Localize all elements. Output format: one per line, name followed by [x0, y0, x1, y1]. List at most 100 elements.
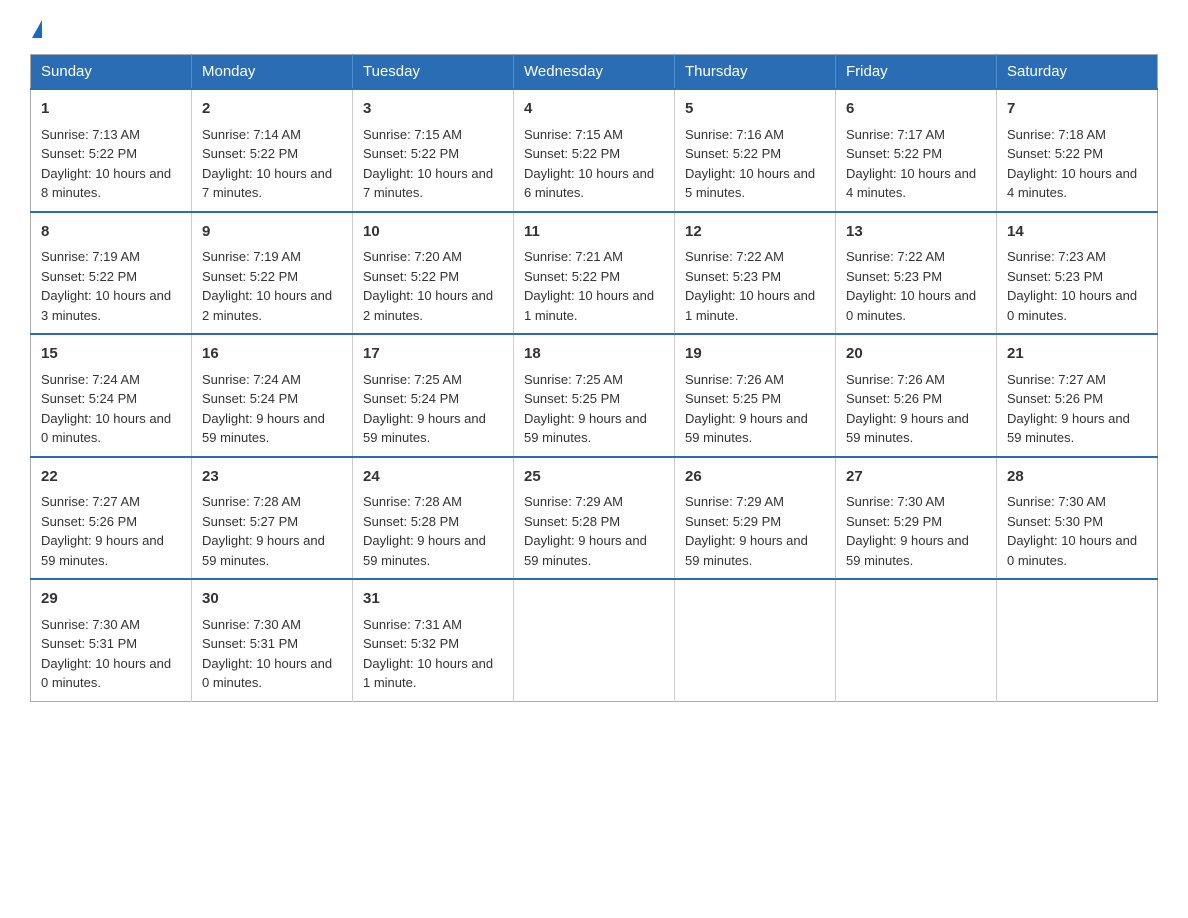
- calendar-day-cell: 2 Sunrise: 7:14 AMSunset: 5:22 PMDayligh…: [192, 89, 353, 212]
- day-info: Sunrise: 7:30 AMSunset: 5:30 PMDaylight:…: [1007, 494, 1137, 568]
- calendar-day-cell: 21 Sunrise: 7:27 AMSunset: 5:26 PMDaylig…: [997, 334, 1158, 457]
- day-info: Sunrise: 7:25 AMSunset: 5:24 PMDaylight:…: [363, 372, 486, 446]
- calendar-day-cell: [836, 579, 997, 701]
- day-number: 11: [524, 221, 664, 244]
- calendar-day-cell: 25 Sunrise: 7:29 AMSunset: 5:28 PMDaylig…: [514, 457, 675, 580]
- day-number: 9: [202, 221, 342, 244]
- day-number: 19: [685, 343, 825, 366]
- day-info: Sunrise: 7:31 AMSunset: 5:32 PMDaylight:…: [363, 617, 493, 691]
- day-number: 30: [202, 588, 342, 611]
- calendar-day-cell: 10 Sunrise: 7:20 AMSunset: 5:22 PMDaylig…: [353, 212, 514, 335]
- day-info: Sunrise: 7:23 AMSunset: 5:23 PMDaylight:…: [1007, 249, 1137, 323]
- calendar-day-cell: 18 Sunrise: 7:25 AMSunset: 5:25 PMDaylig…: [514, 334, 675, 457]
- day-number: 26: [685, 466, 825, 489]
- day-number: 16: [202, 343, 342, 366]
- day-info: Sunrise: 7:29 AMSunset: 5:28 PMDaylight:…: [524, 494, 647, 568]
- calendar-day-cell: [997, 579, 1158, 701]
- calendar-week-row: 15 Sunrise: 7:24 AMSunset: 5:24 PMDaylig…: [31, 334, 1158, 457]
- calendar-day-cell: 17 Sunrise: 7:25 AMSunset: 5:24 PMDaylig…: [353, 334, 514, 457]
- day-info: Sunrise: 7:15 AMSunset: 5:22 PMDaylight:…: [363, 127, 493, 201]
- calendar-day-cell: 14 Sunrise: 7:23 AMSunset: 5:23 PMDaylig…: [997, 212, 1158, 335]
- day-number: 14: [1007, 221, 1147, 244]
- day-info: Sunrise: 7:24 AMSunset: 5:24 PMDaylight:…: [41, 372, 171, 446]
- calendar-day-cell: 30 Sunrise: 7:30 AMSunset: 5:31 PMDaylig…: [192, 579, 353, 701]
- calendar-day-cell: 23 Sunrise: 7:28 AMSunset: 5:27 PMDaylig…: [192, 457, 353, 580]
- weekday-header-row: SundayMondayTuesdayWednesdayThursdayFrid…: [31, 55, 1158, 90]
- day-info: Sunrise: 7:22 AMSunset: 5:23 PMDaylight:…: [846, 249, 976, 323]
- calendar-day-cell: 29 Sunrise: 7:30 AMSunset: 5:31 PMDaylig…: [31, 579, 192, 701]
- logo-triangle-icon: [32, 20, 42, 38]
- calendar-day-cell: 8 Sunrise: 7:19 AMSunset: 5:22 PMDayligh…: [31, 212, 192, 335]
- day-number: 22: [41, 466, 181, 489]
- day-info: Sunrise: 7:30 AMSunset: 5:31 PMDaylight:…: [202, 617, 332, 691]
- day-number: 10: [363, 221, 503, 244]
- calendar-day-cell: 12 Sunrise: 7:22 AMSunset: 5:23 PMDaylig…: [675, 212, 836, 335]
- day-info: Sunrise: 7:28 AMSunset: 5:27 PMDaylight:…: [202, 494, 325, 568]
- calendar-day-cell: 16 Sunrise: 7:24 AMSunset: 5:24 PMDaylig…: [192, 334, 353, 457]
- weekday-header-saturday: Saturday: [997, 55, 1158, 90]
- day-number: 27: [846, 466, 986, 489]
- day-info: Sunrise: 7:24 AMSunset: 5:24 PMDaylight:…: [202, 372, 325, 446]
- weekday-header-monday: Monday: [192, 55, 353, 90]
- calendar-day-cell: 13 Sunrise: 7:22 AMSunset: 5:23 PMDaylig…: [836, 212, 997, 335]
- calendar-day-cell: [675, 579, 836, 701]
- calendar-day-cell: 31 Sunrise: 7:31 AMSunset: 5:32 PMDaylig…: [353, 579, 514, 701]
- day-info: Sunrise: 7:26 AMSunset: 5:26 PMDaylight:…: [846, 372, 969, 446]
- day-number: 7: [1007, 98, 1147, 121]
- day-info: Sunrise: 7:13 AMSunset: 5:22 PMDaylight:…: [41, 127, 171, 201]
- calendar-week-row: 29 Sunrise: 7:30 AMSunset: 5:31 PMDaylig…: [31, 579, 1158, 701]
- day-info: Sunrise: 7:14 AMSunset: 5:22 PMDaylight:…: [202, 127, 332, 201]
- weekday-header-sunday: Sunday: [31, 55, 192, 90]
- calendar-day-cell: 3 Sunrise: 7:15 AMSunset: 5:22 PMDayligh…: [353, 89, 514, 212]
- calendar-day-cell: 28 Sunrise: 7:30 AMSunset: 5:30 PMDaylig…: [997, 457, 1158, 580]
- calendar-table: SundayMondayTuesdayWednesdayThursdayFrid…: [30, 54, 1158, 702]
- day-number: 23: [202, 466, 342, 489]
- day-info: Sunrise: 7:17 AMSunset: 5:22 PMDaylight:…: [846, 127, 976, 201]
- day-info: Sunrise: 7:19 AMSunset: 5:22 PMDaylight:…: [41, 249, 171, 323]
- day-number: 3: [363, 98, 503, 121]
- logo: [30, 20, 44, 38]
- day-number: 8: [41, 221, 181, 244]
- day-info: Sunrise: 7:15 AMSunset: 5:22 PMDaylight:…: [524, 127, 654, 201]
- weekday-header-thursday: Thursday: [675, 55, 836, 90]
- day-info: Sunrise: 7:30 AMSunset: 5:31 PMDaylight:…: [41, 617, 171, 691]
- day-info: Sunrise: 7:27 AMSunset: 5:26 PMDaylight:…: [41, 494, 164, 568]
- day-number: 1: [41, 98, 181, 121]
- day-info: Sunrise: 7:18 AMSunset: 5:22 PMDaylight:…: [1007, 127, 1137, 201]
- day-info: Sunrise: 7:19 AMSunset: 5:22 PMDaylight:…: [202, 249, 332, 323]
- calendar-week-row: 8 Sunrise: 7:19 AMSunset: 5:22 PMDayligh…: [31, 212, 1158, 335]
- calendar-day-cell: 6 Sunrise: 7:17 AMSunset: 5:22 PMDayligh…: [836, 89, 997, 212]
- day-number: 20: [846, 343, 986, 366]
- calendar-day-cell: 27 Sunrise: 7:30 AMSunset: 5:29 PMDaylig…: [836, 457, 997, 580]
- day-number: 24: [363, 466, 503, 489]
- calendar-day-cell: 19 Sunrise: 7:26 AMSunset: 5:25 PMDaylig…: [675, 334, 836, 457]
- calendar-day-cell: 15 Sunrise: 7:24 AMSunset: 5:24 PMDaylig…: [31, 334, 192, 457]
- calendar-day-cell: 22 Sunrise: 7:27 AMSunset: 5:26 PMDaylig…: [31, 457, 192, 580]
- day-number: 25: [524, 466, 664, 489]
- day-info: Sunrise: 7:21 AMSunset: 5:22 PMDaylight:…: [524, 249, 654, 323]
- day-info: Sunrise: 7:25 AMSunset: 5:25 PMDaylight:…: [524, 372, 647, 446]
- day-number: 6: [846, 98, 986, 121]
- day-info: Sunrise: 7:30 AMSunset: 5:29 PMDaylight:…: [846, 494, 969, 568]
- day-number: 12: [685, 221, 825, 244]
- page-header: [30, 20, 1158, 38]
- weekday-header-wednesday: Wednesday: [514, 55, 675, 90]
- calendar-week-row: 22 Sunrise: 7:27 AMSunset: 5:26 PMDaylig…: [31, 457, 1158, 580]
- calendar-day-cell: 5 Sunrise: 7:16 AMSunset: 5:22 PMDayligh…: [675, 89, 836, 212]
- day-info: Sunrise: 7:20 AMSunset: 5:22 PMDaylight:…: [363, 249, 493, 323]
- day-number: 4: [524, 98, 664, 121]
- day-number: 5: [685, 98, 825, 121]
- day-info: Sunrise: 7:27 AMSunset: 5:26 PMDaylight:…: [1007, 372, 1130, 446]
- calendar-day-cell: 11 Sunrise: 7:21 AMSunset: 5:22 PMDaylig…: [514, 212, 675, 335]
- day-number: 21: [1007, 343, 1147, 366]
- weekday-header-tuesday: Tuesday: [353, 55, 514, 90]
- day-number: 15: [41, 343, 181, 366]
- day-number: 13: [846, 221, 986, 244]
- calendar-week-row: 1 Sunrise: 7:13 AMSunset: 5:22 PMDayligh…: [31, 89, 1158, 212]
- calendar-day-cell: 26 Sunrise: 7:29 AMSunset: 5:29 PMDaylig…: [675, 457, 836, 580]
- weekday-header-friday: Friday: [836, 55, 997, 90]
- calendar-day-cell: 4 Sunrise: 7:15 AMSunset: 5:22 PMDayligh…: [514, 89, 675, 212]
- day-info: Sunrise: 7:29 AMSunset: 5:29 PMDaylight:…: [685, 494, 808, 568]
- day-info: Sunrise: 7:26 AMSunset: 5:25 PMDaylight:…: [685, 372, 808, 446]
- calendar-day-cell: [514, 579, 675, 701]
